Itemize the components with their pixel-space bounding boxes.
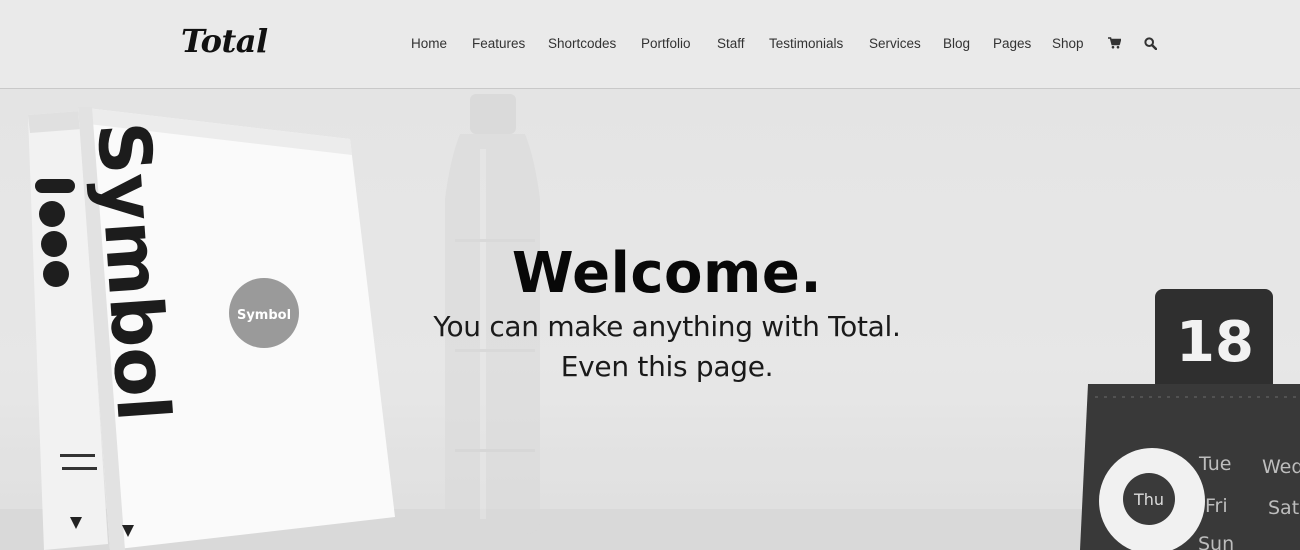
nav-item-shop[interactable]: Shop [1052,36,1084,51]
search-icon[interactable] [1144,37,1157,50]
hero-section: Symbol Symbol 18 Thu Tue Wed Fri Sat Sun… [0,89,1300,550]
svg-text:Sat: Sat [1268,497,1299,519]
main-nav: Home Features Shortcodes Portfolio Staff… [0,0,1300,88]
hero-subtitle-line-1: You can make anything with Total. [433,310,901,343]
hero-subtitle-line-2: Even this page. [560,350,774,383]
site-header: Total Home Features Shortcodes Portfolio… [0,0,1300,89]
nav-item-home[interactable]: Home [411,36,447,51]
hero-title: Welcome. [511,241,823,306]
svg-text:Tue: Tue [1198,453,1231,475]
nav-item-testimonials[interactable]: Testimonials [769,36,843,51]
svg-text:Fri: Fri [1205,495,1228,517]
nav-item-features[interactable]: Features [472,36,525,51]
cart-icon[interactable] [1108,37,1121,49]
svg-text:Sun: Sun [1198,533,1234,550]
nav-item-portfolio[interactable]: Portfolio [641,36,691,51]
svg-text:Wed: Wed [1262,456,1300,478]
nav-item-services[interactable]: Services [869,36,921,51]
nav-item-staff[interactable]: Staff [717,36,745,51]
hero-text-block: Welcome. You can make anything with Tota… [0,241,1300,387]
calendar-selected-day: Thu [1133,490,1164,509]
nav-item-pages[interactable]: Pages [993,36,1031,51]
nav-item-shortcodes[interactable]: Shortcodes [548,36,616,51]
nav-item-blog[interactable]: Blog [943,36,970,51]
